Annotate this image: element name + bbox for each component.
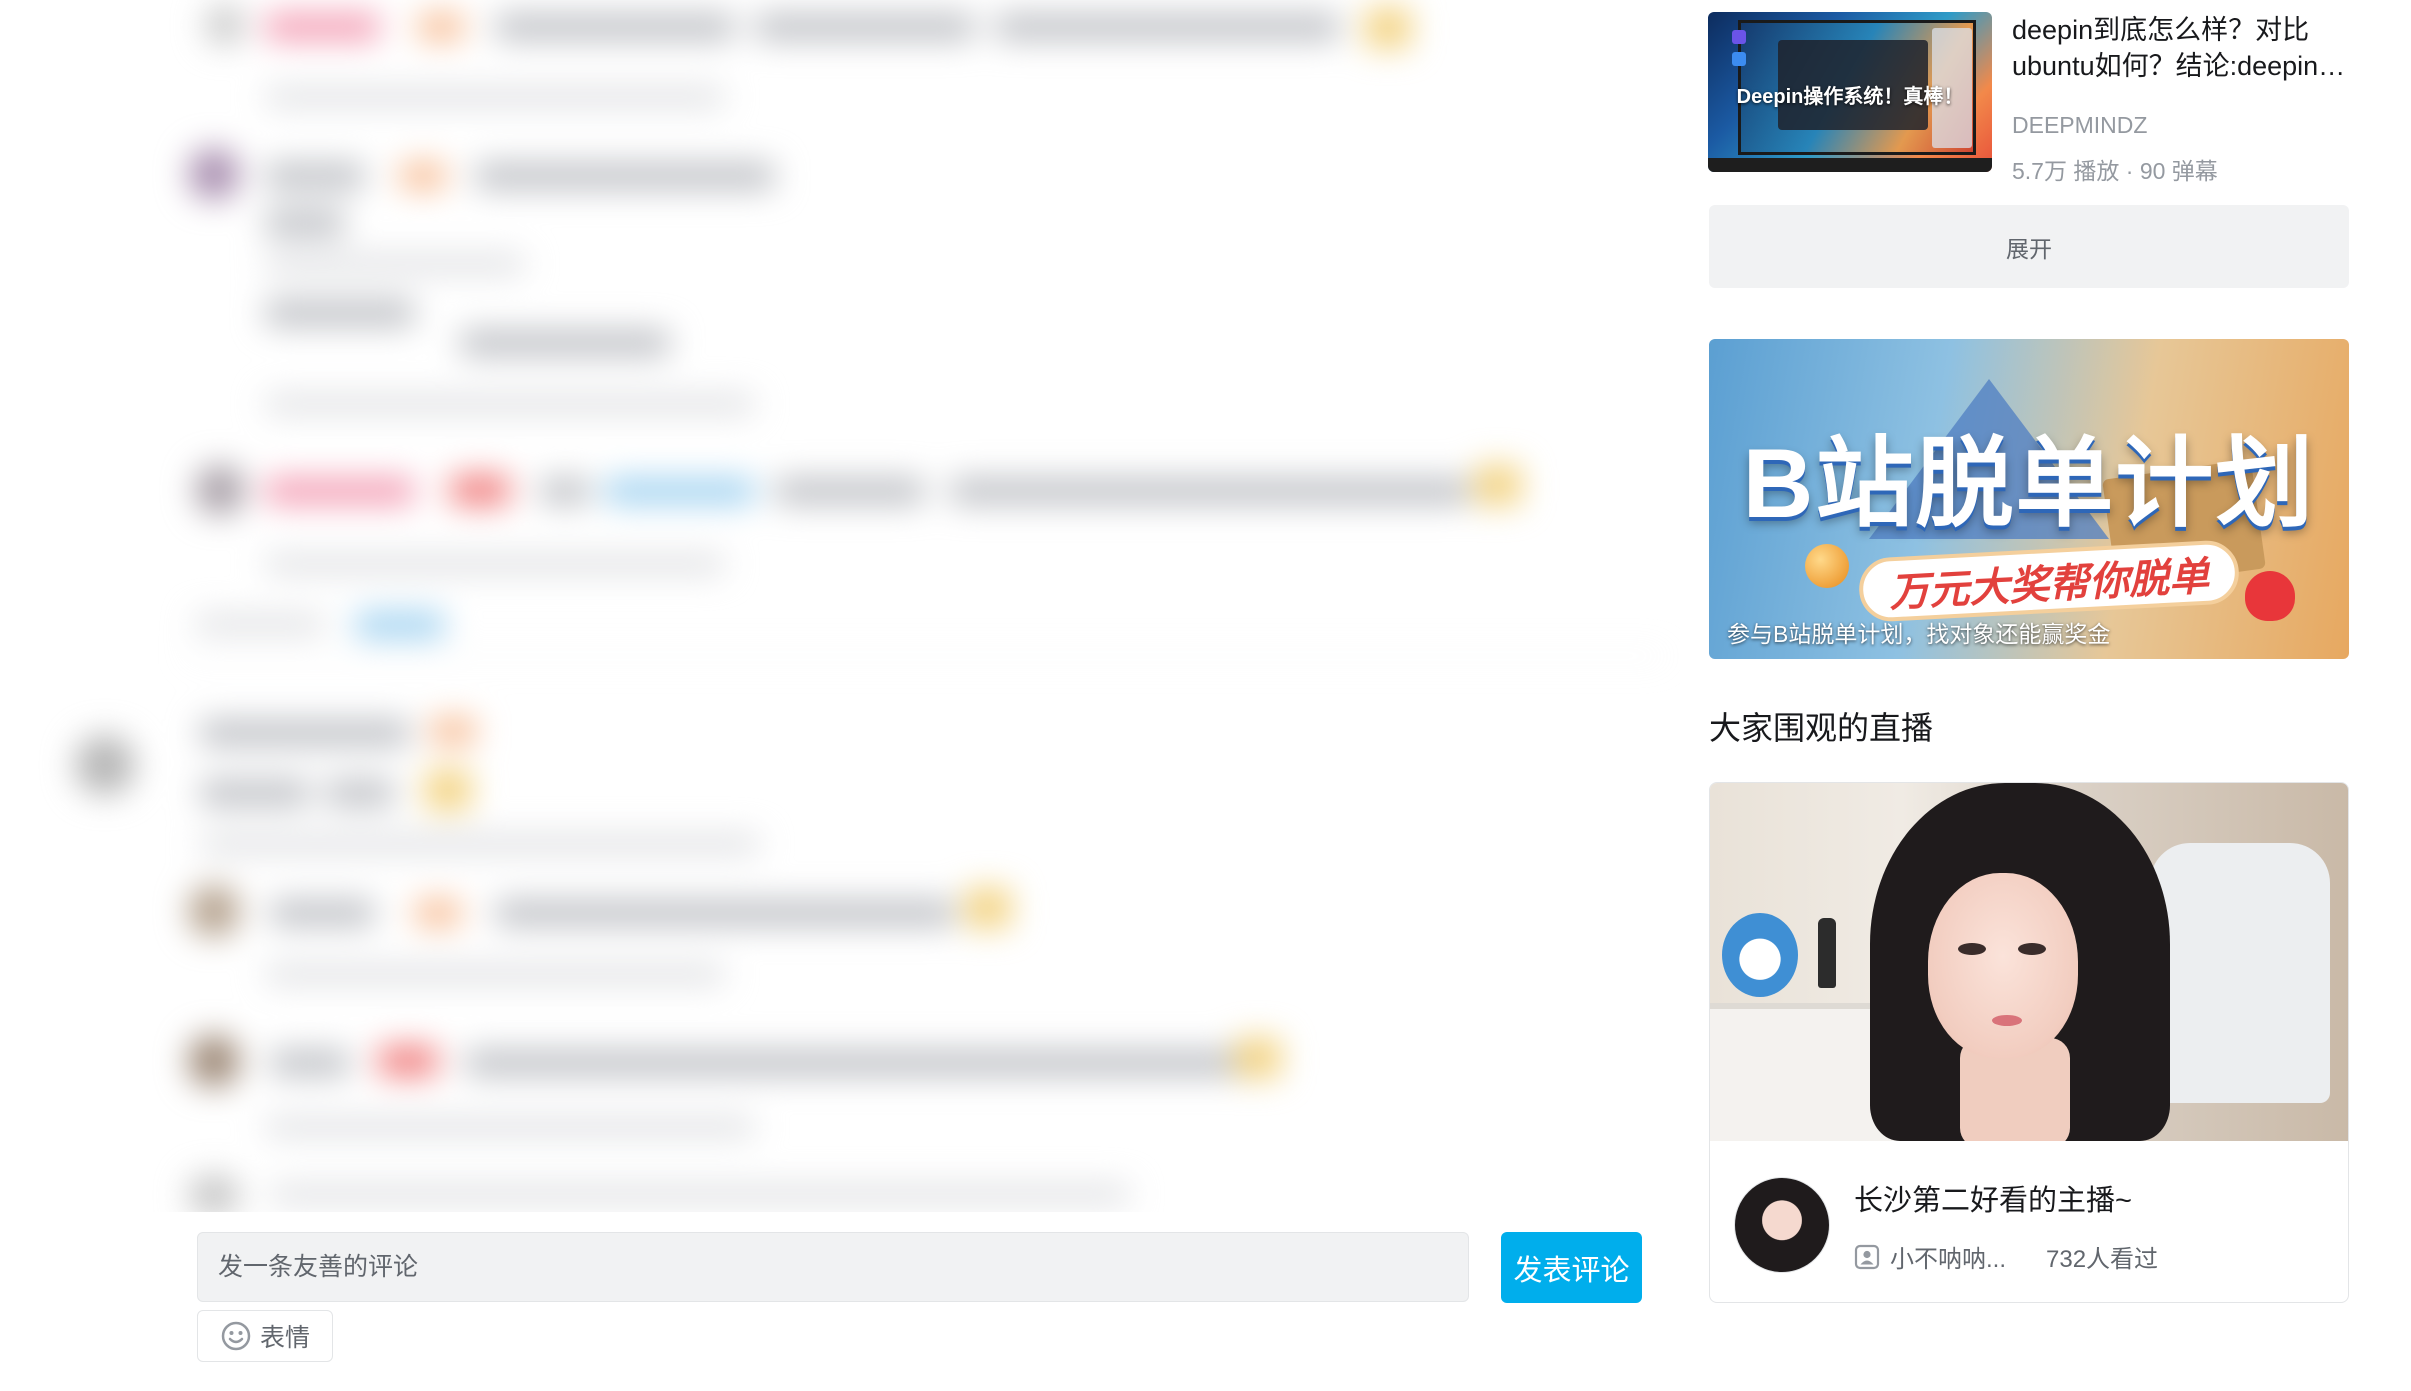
comment-emoji [425, 770, 471, 810]
play-count: 5.7万 播放 [2012, 158, 2120, 184]
viewer-count: 732人看过 [2046, 1246, 2159, 1273]
comment-text [495, 900, 955, 926]
comment-divider [185, 655, 1665, 657]
comment-meta [265, 395, 755, 413]
comment-badge [418, 14, 464, 40]
cover-eye [2018, 943, 2046, 955]
comment-text [495, 14, 735, 40]
live-section-heading: 大家围观的直播 [1709, 710, 1934, 746]
cover-lips [1992, 1015, 2022, 1026]
comment-badge [450, 475, 510, 505]
comment-avatar [205, 5, 245, 45]
comment-emoji [1365, 8, 1411, 48]
comment-mention [605, 478, 755, 504]
banner-ribbon: 万元大奖帮你脱单 [1857, 539, 2241, 623]
comment-text [475, 163, 775, 189]
comment-list [0, 0, 1680, 1212]
comment-badge [378, 1046, 438, 1076]
coin-icon [1805, 544, 1849, 588]
comment-badge [430, 718, 476, 744]
comment-emoji [965, 888, 1011, 928]
cover-chair [2150, 843, 2330, 1103]
live-meta: 小不呐呐... 732人看过 [1854, 1239, 2158, 1274]
comment-text [460, 330, 670, 356]
comment-username [270, 1050, 350, 1076]
comment-meta [265, 88, 725, 106]
comment-meta [265, 965, 725, 983]
thumbnail-caption: Deepin操作系统！真棒！ [1736, 86, 1964, 108]
cover-face [1928, 873, 2078, 1058]
video-thumbnail[interactable]: Deepin操作系统！真棒！ [1708, 12, 1992, 172]
live-stream-card[interactable]: 长沙第二好看的主播~ 小不呐呐... 732人看过 [1709, 782, 2349, 1303]
stats-separator: · [2125, 158, 2134, 184]
comment-avatar [188, 148, 240, 200]
comment-username [270, 900, 375, 926]
comment-meta [265, 555, 725, 573]
live-cover-image[interactable] [1710, 783, 2348, 1141]
emoji-button[interactable]: 表情 [197, 1310, 333, 1362]
comment-text [265, 300, 415, 326]
comment-username [265, 14, 380, 40]
cover-bottle [1818, 918, 1836, 988]
comment-text [950, 478, 1470, 504]
comment-input[interactable] [197, 1232, 1469, 1302]
emoji-button-label: 表情 [259, 1324, 310, 1352]
comment-avatar [75, 735, 135, 795]
comment-text [200, 780, 310, 806]
comment-emoji [1475, 465, 1521, 505]
comment-badge [400, 163, 446, 189]
banner-caption: 参与B站脱单计划，找对象还能赢奖金 [1727, 621, 2111, 647]
comment-text [755, 14, 975, 40]
streamer-name[interactable]: 小不呐呐... [1890, 1239, 2006, 1274]
thumbnail-app-icon [1732, 30, 1746, 44]
smiley-icon [221, 1321, 251, 1351]
comment-text [995, 14, 1340, 40]
thumbnail-monitor-base [1708, 158, 1992, 172]
streamer-avatar[interactable] [1734, 1177, 1830, 1273]
comment-text [265, 210, 345, 236]
heart-icon [2245, 571, 2295, 621]
promo-banner[interactable]: B站脱单计划 万元大奖帮你脱单 参与B站脱单计划，找对象还能赢奖金 [1709, 339, 2349, 659]
comment-username [265, 478, 415, 504]
comment-reply-count [195, 615, 325, 633]
up-user-icon [1854, 1244, 1880, 1269]
comment-badge [415, 900, 461, 926]
comment-meta [265, 1118, 755, 1136]
comment-text [270, 1185, 1130, 1203]
comment-text [325, 780, 395, 806]
cover-eye [1958, 943, 1986, 955]
comment-avatar [188, 1175, 240, 1212]
comment-text [775, 478, 925, 504]
banner-title: B站脱单计划 [1742, 428, 2316, 538]
comment-username [200, 720, 410, 746]
expand-button[interactable]: 展开 [1709, 205, 2349, 288]
submit-comment-button[interactable]: 发表评论 [1501, 1232, 1642, 1303]
recommended-video-card[interactable]: Deepin操作系统！真棒！ deepin到底怎么样？对比ubuntu如何？结论… [1708, 12, 2348, 184]
comment-avatar [188, 885, 240, 937]
thumbnail-app-icon [1732, 52, 1746, 66]
comment-meta [200, 835, 760, 853]
cover-doll [1722, 913, 1798, 997]
video-stats: 5.7万 播放 · 90 弹幕 [2012, 152, 2218, 186]
comment-text [265, 255, 525, 273]
comment-reply-link [355, 612, 445, 638]
comment-emoji [1235, 1038, 1281, 1078]
comment-text [540, 478, 590, 504]
blurred-comments [0, 0, 1680, 1212]
comment-text [465, 1050, 1245, 1076]
comment-avatar [188, 1035, 240, 1087]
comment-username [265, 163, 365, 189]
live-title[interactable]: 长沙第二好看的主播~ [1854, 1177, 2132, 1219]
danmaku-count: 90 弹幕 [2139, 158, 2218, 184]
video-author[interactable]: DEEPMINDZ [2012, 112, 2147, 139]
comment-avatar [195, 465, 245, 515]
video-title[interactable]: deepin到底怎么样？对比ubuntu如何？结论:deepin挺不错的 [2012, 12, 2347, 84]
